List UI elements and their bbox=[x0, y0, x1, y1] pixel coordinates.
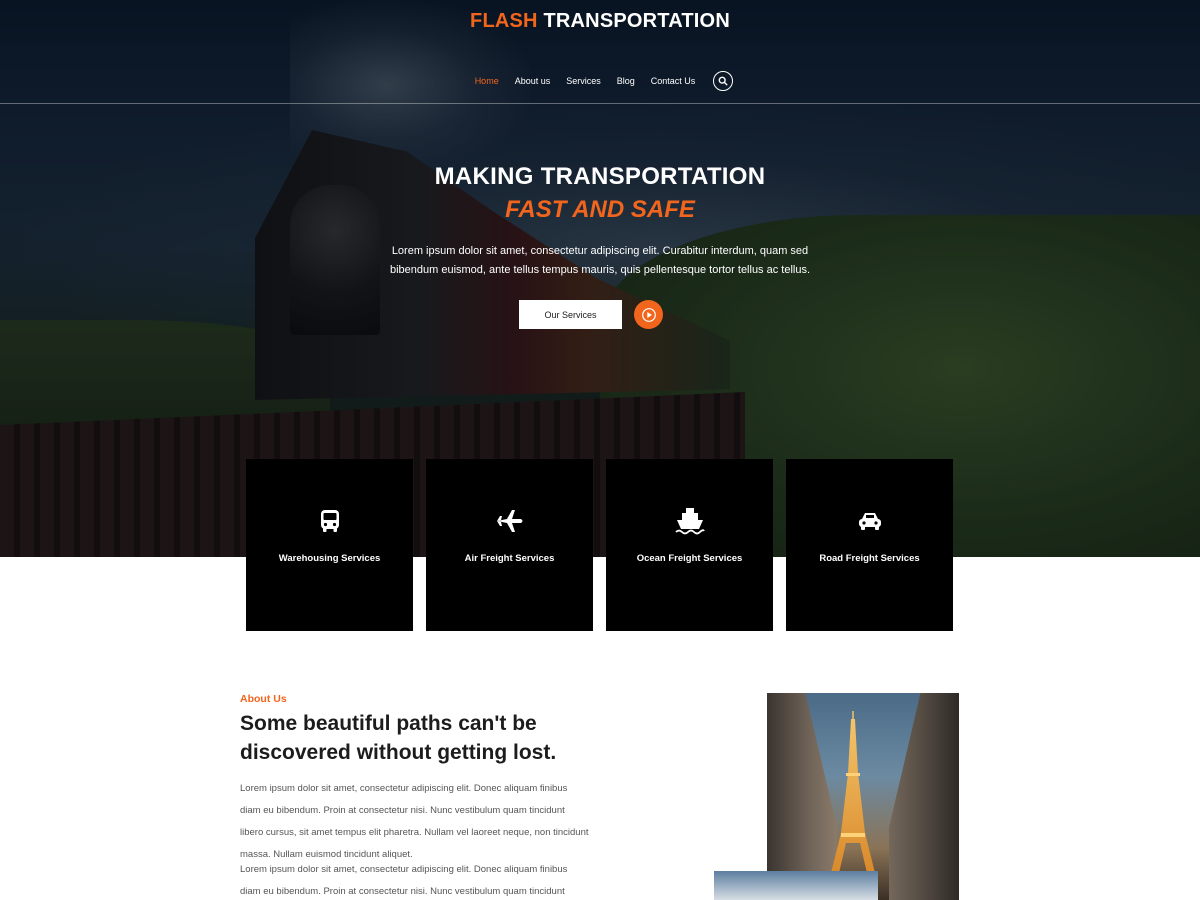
about-label: About Us bbox=[240, 693, 287, 705]
service-title: Warehousing Services bbox=[278, 553, 381, 564]
service-card-air-freight[interactable]: Air Freight Services bbox=[426, 459, 593, 631]
nav-about[interactable]: About us bbox=[515, 76, 551, 86]
logo-accent: FLASH bbox=[470, 10, 538, 32]
hero-title: MAKING TRANSPORTATION bbox=[434, 163, 766, 190]
nav-home[interactable]: Home bbox=[475, 76, 499, 86]
service-title: Air Freight Services bbox=[464, 553, 555, 564]
search-icon bbox=[718, 76, 728, 86]
nav-blog[interactable]: Blog bbox=[617, 76, 635, 86]
about-heading: Some beautiful paths can't be discovered… bbox=[240, 712, 557, 764]
search-button[interactable] bbox=[713, 71, 734, 91]
site-logo[interactable]: FLASH TRANSPORTATION bbox=[0, 10, 1200, 33]
nav-contact[interactable]: Contact Us bbox=[651, 76, 696, 86]
ship-icon bbox=[674, 506, 705, 536]
service-card-ocean-freight[interactable]: Ocean Freight Services bbox=[606, 459, 773, 631]
play-video-button[interactable] bbox=[634, 300, 663, 329]
about-paragraph-2: Lorem ipsum dolor sit amet, consectetur … bbox=[240, 864, 568, 897]
logo-main: TRANSPORTATION bbox=[543, 10, 730, 32]
hero-description: Lorem ipsum dolor sit amet, consectetur … bbox=[389, 245, 811, 276]
mountain-photo bbox=[714, 871, 878, 900]
our-services-button[interactable]: Our Services bbox=[519, 300, 622, 329]
service-card-warehousing[interactable]: Warehousing Services bbox=[246, 459, 413, 631]
bus-icon bbox=[315, 506, 345, 536]
car-icon bbox=[855, 506, 885, 536]
play-icon bbox=[641, 307, 656, 322]
nav-services[interactable]: Services bbox=[566, 76, 601, 86]
service-card-road-freight[interactable]: Road Freight Services bbox=[786, 459, 953, 631]
eiffel-tower-photo bbox=[767, 693, 959, 900]
airplane-icon bbox=[495, 506, 525, 536]
hero-subtitle: FAST AND SAFE bbox=[505, 196, 695, 223]
eiffel-tower-shape bbox=[831, 711, 875, 873]
service-title: Road Freight Services bbox=[819, 553, 920, 564]
service-title: Ocean Freight Services bbox=[636, 553, 743, 564]
header-divider bbox=[0, 103, 1200, 104]
main-nav: Home About us Services Blog Contact Us bbox=[0, 71, 1200, 91]
about-paragraph-1: Lorem ipsum dolor sit amet, consectetur … bbox=[240, 783, 589, 860]
services-cards: Warehousing Services Air Freight Service… bbox=[246, 459, 953, 631]
